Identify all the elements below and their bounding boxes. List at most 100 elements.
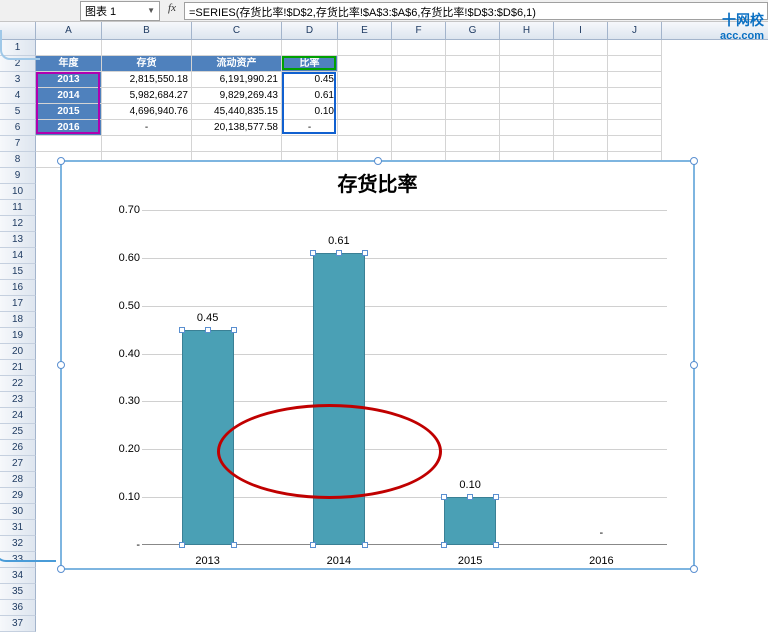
col-header-C[interactable]: C xyxy=(192,22,282,39)
y-tick-label: 0.50 xyxy=(100,300,140,312)
y-tick-label: 0.70 xyxy=(100,204,140,216)
row-header[interactable]: 6 xyxy=(0,120,36,136)
row-header[interactable]: 20 xyxy=(0,344,36,360)
col-header-A[interactable]: A xyxy=(36,22,102,39)
table-row: 2013 2,815,550.18 6,191,990.21 0.45 xyxy=(36,72,768,88)
row-header[interactable]: 25 xyxy=(0,424,36,440)
row-header[interactable]: 9 xyxy=(0,168,36,184)
cell-current-assets[interactable]: 20,138,577.58 xyxy=(192,120,282,136)
col-header-B[interactable]: B xyxy=(102,22,192,39)
row-header[interactable]: 34 xyxy=(0,568,36,584)
cell-year[interactable]: 2016 xyxy=(36,120,102,136)
y-tick-label: 0.20 xyxy=(100,443,140,455)
watermark-line1: 十网校 xyxy=(720,10,764,30)
cell-current-assets[interactable]: 45,440,835.15 xyxy=(192,104,282,120)
col-header-I[interactable]: I xyxy=(554,22,608,39)
cell-inventory[interactable]: - xyxy=(102,120,192,136)
table-row: 2016 - 20,138,577.58 - xyxy=(36,120,768,136)
name-box[interactable]: 图表 1 xyxy=(80,1,160,21)
row-header[interactable]: 23 xyxy=(0,392,36,408)
y-tick-label: 0.30 xyxy=(100,395,140,407)
row-header[interactable]: 19 xyxy=(0,328,36,344)
table-row: 2014 5,982,684.27 9,829,269.43 0.61 xyxy=(36,88,768,104)
table-header-year[interactable]: 年度 xyxy=(36,56,102,72)
row-header[interactable]: 36 xyxy=(0,600,36,616)
gridline xyxy=(142,258,667,259)
row-header[interactable]: 21 xyxy=(0,360,36,376)
col-header-H[interactable]: H xyxy=(500,22,554,39)
row-header[interactable]: 11 xyxy=(0,200,36,216)
row-header[interactable]: 18 xyxy=(0,312,36,328)
row-header[interactable]: 22 xyxy=(0,376,36,392)
cell-year[interactable]: 2014 xyxy=(36,88,102,104)
formula-input[interactable]: =SERIES(存货比率!$D$2,存货比率!$A$3:$A$6,存货比率!$D… xyxy=(184,2,768,20)
x-category-label: 2013 xyxy=(195,555,219,567)
row-header[interactable]: 13 xyxy=(0,232,36,248)
annotation-ellipse[interactable] xyxy=(217,404,442,499)
row-header[interactable]: 8 xyxy=(0,152,36,168)
table-header-ratio[interactable]: 比率 xyxy=(282,56,338,72)
row-header[interactable]: 37 xyxy=(0,616,36,632)
row-header[interactable]: 27 xyxy=(0,456,36,472)
row-header[interactable]: 16 xyxy=(0,280,36,296)
row-header[interactable]: 29 xyxy=(0,488,36,504)
formula-bar: 图表 1 fx =SERIES(存货比率!$D$2,存货比率!$A$3:$A$6… xyxy=(0,0,768,22)
table-header-inventory[interactable]: 存货 xyxy=(102,56,192,72)
y-tick-label: 0.60 xyxy=(100,252,140,264)
decoration-swoosh-bottom xyxy=(0,535,54,560)
chart-bar[interactable] xyxy=(444,497,496,545)
row-header[interactable]: 24 xyxy=(0,408,36,424)
chart-title[interactable]: 存货比率 xyxy=(62,168,693,197)
col-header-F[interactable]: F xyxy=(392,22,446,39)
y-tick-label: - xyxy=(100,539,140,551)
chart-bar[interactable] xyxy=(313,253,365,545)
row-header[interactable]: 12 xyxy=(0,216,36,232)
chart-object[interactable]: 存货比率 -0.100.200.300.400.500.600.70 0.452… xyxy=(60,160,695,570)
row-header[interactable]: 5 xyxy=(0,104,36,120)
x-category-label: 2015 xyxy=(458,555,482,567)
row-header[interactable]: 10 xyxy=(0,184,36,200)
row-header[interactable]: 7 xyxy=(0,136,36,152)
col-header-G[interactable]: G xyxy=(446,22,500,39)
cell-ratio[interactable]: 0.45 xyxy=(282,72,338,88)
row-header[interactable]: 14 xyxy=(0,248,36,264)
row-header[interactable]: 17 xyxy=(0,296,36,312)
row-header[interactable]: 26 xyxy=(0,440,36,456)
cell-ratio[interactable]: - xyxy=(282,120,338,136)
plot-area[interactable]: -0.100.200.300.400.500.600.70 0.4520130.… xyxy=(142,210,667,545)
cell-ratio[interactable]: 0.10 xyxy=(282,104,338,120)
cell-inventory[interactable]: 5,982,684.27 xyxy=(102,88,192,104)
fx-button[interactable]: fx xyxy=(163,2,181,20)
cell-current-assets[interactable]: 9,829,269.43 xyxy=(192,88,282,104)
column-headers: A B C D E F G H I J xyxy=(0,22,768,40)
bar-data-label: - xyxy=(571,527,631,539)
cell-year[interactable]: 2013 xyxy=(36,72,102,88)
y-axis: -0.100.200.300.400.500.600.70 xyxy=(100,210,140,545)
y-tick-label: 0.10 xyxy=(100,491,140,503)
table-header-current-assets[interactable]: 流动资产 xyxy=(192,56,282,72)
row-header[interactable]: 4 xyxy=(0,88,36,104)
cell-year[interactable]: 2015 xyxy=(36,104,102,120)
row-header[interactable]: 15 xyxy=(0,264,36,280)
row-header[interactable]: 30 xyxy=(0,504,36,520)
cell-current-assets[interactable]: 6,191,990.21 xyxy=(192,72,282,88)
col-header-E[interactable]: E xyxy=(338,22,392,39)
col-header-J[interactable]: J xyxy=(608,22,662,39)
x-category-label: 2016 xyxy=(589,555,613,567)
bar-data-label: 0.61 xyxy=(309,235,369,247)
row-header[interactable]: 28 xyxy=(0,472,36,488)
col-header-D[interactable]: D xyxy=(282,22,338,39)
cell-inventory[interactable]: 2,815,550.18 xyxy=(102,72,192,88)
row-header[interactable]: 3 xyxy=(0,72,36,88)
watermark-line2: acc.com xyxy=(720,30,764,42)
cell-inventory[interactable]: 4,696,940.76 xyxy=(102,104,192,120)
cell-ratio[interactable]: 0.61 xyxy=(282,88,338,104)
table-row: 2015 4,696,940.76 45,440,835.15 0.10 xyxy=(36,104,768,120)
x-category-label: 2014 xyxy=(327,555,351,567)
row-header[interactable]: 35 xyxy=(0,584,36,600)
name-box-value: 图表 1 xyxy=(85,3,116,19)
bar-data-label: 0.10 xyxy=(440,479,500,491)
gridline xyxy=(142,306,667,307)
bar-data-label: 0.45 xyxy=(178,312,238,324)
row-header[interactable]: 31 xyxy=(0,520,36,536)
